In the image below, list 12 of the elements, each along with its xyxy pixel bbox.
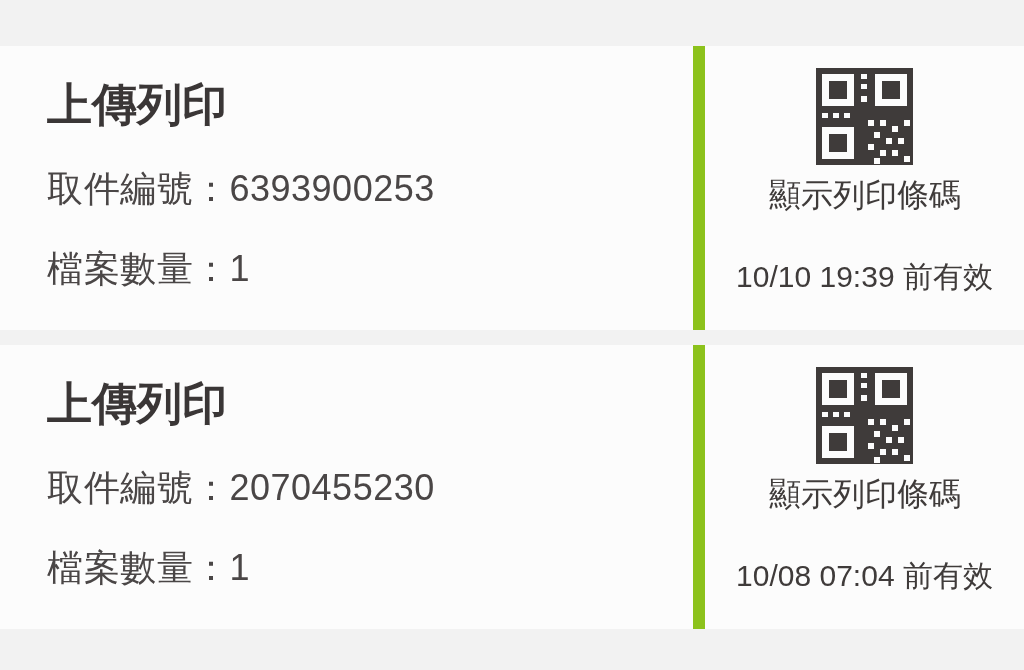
job-detail-text: 取件編號：6393900253 [47, 167, 435, 211]
job-title: 上傳列印 [47, 78, 227, 132]
job-detail-text: 取件編號：2070455230 [47, 466, 435, 510]
qr-code-icon [816, 367, 913, 464]
job-detail-text: 檔案數量：1 [47, 247, 251, 291]
expiry-text: 10/08 07:04 前有效 [736, 558, 993, 595]
job-title: 上傳列印 [47, 377, 227, 431]
show-barcode-button[interactable]: 顯示列印條碼 [768, 68, 961, 215]
expiry-text: 10/10 19:39 前有效 [736, 259, 993, 296]
job-detail-text: 檔案數量：1 [47, 546, 251, 590]
qr-code-icon [816, 68, 913, 165]
show-barcode-button[interactable]: 顯示列印條碼 [768, 367, 961, 514]
